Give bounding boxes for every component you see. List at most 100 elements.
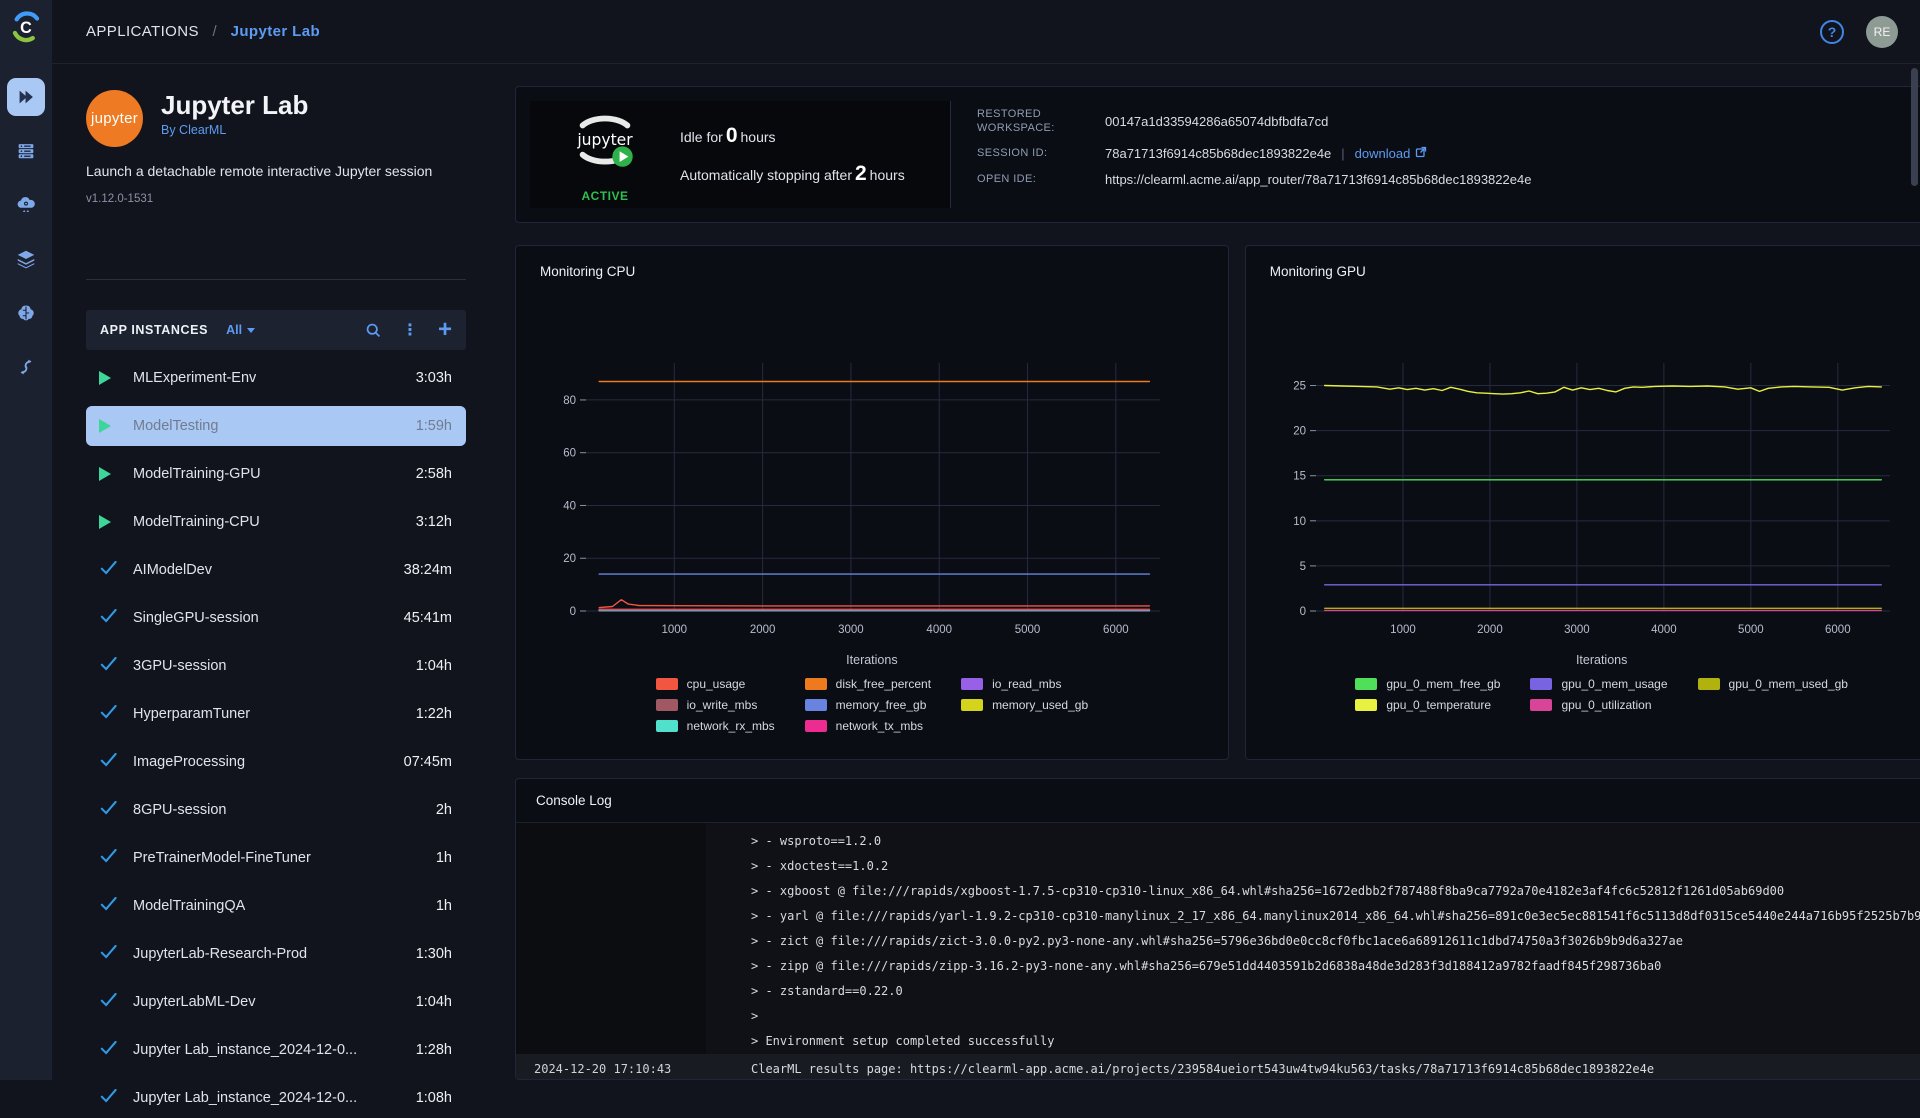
instance-row[interactable]: Jupyter Lab_instance_2024-12-0...1:28h — [86, 1030, 466, 1070]
cpu-chart-legend: cpu_usage disk_free_percent io_read_mbs io_… — [540, 677, 1204, 733]
more-options-icon[interactable]: ⋮ — [402, 320, 418, 340]
gpu-x-axis-label: Iterations — [1270, 653, 1920, 667]
main-panel: jupyter ACTIVE Idle for0hours Automatica… — [515, 64, 1920, 1080]
svg-text:5: 5 — [1299, 561, 1305, 573]
instance-row[interactable]: SingleGPU-session45:41m — [86, 598, 466, 638]
svg-text:6000: 6000 — [1825, 624, 1851, 636]
instance-runtime: 38:24m — [404, 562, 452, 578]
instance-runtime: 1:22h — [416, 706, 452, 722]
svg-text:10: 10 — [1293, 516, 1306, 528]
instance-name: JupyterLabML-Dev — [133, 994, 256, 1010]
instance-runtime: 07:45m — [404, 754, 452, 770]
legend-item[interactable]: gpu_0_temperature — [1355, 698, 1500, 712]
instance-runtime: 1:04h — [416, 994, 452, 1010]
instance-row[interactable]: ModelTrainingQA1h — [86, 886, 466, 926]
session-field-row: RESTORED WORKSPACE:00147a1d33594286a6507… — [977, 107, 1920, 135]
monitoring-gpu-card: Monitoring GPU 1000200030004000500060000… — [1245, 245, 1920, 760]
instance-runtime: 1:04h — [416, 658, 452, 674]
rail-model-serving-icon[interactable] — [7, 294, 45, 332]
instance-row[interactable]: ModelTraining-GPU2:58h — [86, 454, 466, 494]
svg-text:5000: 5000 — [1015, 624, 1041, 636]
legend-item[interactable]: network_tx_mbs — [805, 719, 931, 733]
legend-label: memory_used_gb — [992, 698, 1088, 712]
cpu-chart-plot[interactable]: 100020003000400050006000020406080 — [540, 343, 1167, 651]
legend-item[interactable]: gpu_0_utilization — [1530, 698, 1667, 712]
console-text: > - zict @ file:///rapids/zict-3.0.0-py2… — [751, 934, 1683, 948]
console-log-title: Console Log — [536, 793, 612, 808]
instance-row[interactable]: ModelTesting1:59h — [86, 406, 466, 446]
breadcrumb-applications[interactable]: APPLICATIONS — [86, 23, 199, 40]
instance-runtime: 3:03h — [416, 370, 452, 386]
search-icon[interactable] — [365, 322, 382, 339]
page-scrollbar-thumb[interactable] — [1911, 68, 1918, 186]
instance-runtime: 1:59h — [416, 418, 452, 434]
legend-swatch — [805, 699, 827, 711]
help-icon[interactable]: ? — [1820, 20, 1844, 44]
instance-row[interactable]: AIModelDev38:24m — [86, 550, 466, 590]
console-text: ClearML results page: https://clearml-ap… — [751, 1062, 1654, 1076]
external-link-icon — [1415, 146, 1427, 161]
instance-row[interactable]: 8GPU-session2h — [86, 790, 466, 830]
instance-row[interactable]: ModelTraining-CPU3:12h — [86, 502, 466, 542]
legend-label: gpu_0_mem_free_gb — [1386, 677, 1500, 691]
legend-item[interactable]: gpu_0_mem_used_gb — [1698, 677, 1848, 691]
instance-row[interactable]: HyperparamTuner1:22h — [86, 694, 466, 734]
user-avatar[interactable]: RE — [1866, 16, 1898, 48]
legend-item[interactable]: network_rx_mbs — [656, 719, 775, 733]
console-timestamp: 2024-12-20 17:10:43 — [534, 1054, 704, 1079]
legend-item[interactable]: gpu_0_mem_free_gb — [1355, 677, 1500, 691]
session-field-label: SESSION ID: — [977, 146, 1105, 161]
console-log-body[interactable]: > - wsproto==1.2.0> - xdoctest==1.0.2> -… — [516, 823, 1920, 1079]
breadcrumb-current[interactable]: Jupyter Lab — [231, 23, 320, 40]
rail-workers-queues-icon[interactable] — [7, 132, 45, 170]
instance-row[interactable]: JupyterLab-Research-Prod1:30h — [86, 934, 466, 974]
instance-name: ModelTrainingQA — [133, 898, 245, 914]
session-field-row: OPEN IDE:https://clearml.acme.ai/app_rou… — [977, 172, 1920, 187]
legend-item[interactable]: gpu_0_mem_usage — [1530, 677, 1667, 691]
instance-row[interactable]: MLExperiment-Env3:03h — [86, 358, 466, 398]
legend-item[interactable]: disk_free_percent — [805, 677, 931, 691]
legend-item[interactable]: io_write_mbs — [656, 698, 775, 712]
gpu-chart-plot[interactable]: 1000200030004000500060000510152025 — [1270, 343, 1897, 651]
download-workspace-link[interactable]: download — [1355, 146, 1428, 161]
clearml-logo[interactable]: C — [9, 10, 43, 44]
instances-filter-dropdown[interactable]: All — [226, 323, 255, 337]
legend-item[interactable]: memory_used_gb — [961, 698, 1088, 712]
divider — [86, 279, 466, 280]
svg-text:80: 80 — [563, 395, 576, 407]
rail-hyper-datasets-icon[interactable] — [7, 240, 45, 278]
page-title: Jupyter Lab — [161, 90, 308, 120]
instance-row[interactable]: ImageProcessing07:45m — [86, 742, 466, 782]
legend-label: io_write_mbs — [687, 698, 758, 712]
svg-text:20: 20 — [563, 553, 576, 565]
instance-name: ModelTraining-CPU — [133, 514, 260, 530]
legend-item[interactable]: io_read_mbs — [961, 677, 1088, 691]
legend-item[interactable]: cpu_usage — [656, 677, 775, 691]
rail-applications-icon[interactable] — [7, 78, 45, 116]
breadcrumb: APPLICATIONS / Jupyter Lab — [86, 23, 320, 40]
instance-runtime: 1:28h — [416, 1042, 452, 1058]
session-field-row: SESSION ID:78a71713f6914c85b68dec1893822… — [977, 146, 1920, 161]
app-byline[interactable]: By ClearML — [161, 123, 308, 137]
session-field-label: RESTORED WORKSPACE: — [977, 107, 1105, 135]
console-text: > - yarl @ file:///rapids/yarl-1.9.2-cp3… — [751, 909, 1920, 923]
jupyter-active-logo: jupyter — [566, 106, 644, 183]
gpu-chart-legend: gpu_0_mem_free_gb gpu_0_mem_usage gpu_0_me… — [1270, 677, 1920, 712]
instance-row[interactable]: 3GPU-session1:04h — [86, 646, 466, 686]
instance-row[interactable]: JupyterLabML-Dev 1:04h — [86, 982, 466, 1022]
instance-row[interactable]: Jupyter Lab_instance_2024-12-0...1:08h — [86, 1078, 466, 1118]
instance-row[interactable]: PreTrainerModel-FineTuner1h — [86, 838, 466, 878]
add-instance-button[interactable]: + — [438, 320, 452, 340]
svg-text:2000: 2000 — [750, 624, 776, 636]
legend-label: gpu_0_mem_used_gb — [1729, 677, 1848, 691]
rail-autoscalers-icon[interactable] — [7, 186, 45, 224]
legend-swatch — [1698, 678, 1720, 690]
legend-item[interactable]: memory_free_gb — [805, 698, 931, 712]
svg-text:1000: 1000 — [1390, 624, 1416, 636]
console-log-line: > - xgboost @ file:///rapids/xgboost-1.7… — [516, 879, 1920, 904]
chevron-down-icon — [247, 328, 255, 333]
app-version: v1.12.0-1531 — [86, 193, 466, 205]
console-text: > - zstandard==0.22.0 — [751, 984, 903, 998]
rail-pipelines-icon[interactable] — [7, 348, 45, 386]
console-text: > Environment setup completed successful… — [751, 1034, 1054, 1048]
